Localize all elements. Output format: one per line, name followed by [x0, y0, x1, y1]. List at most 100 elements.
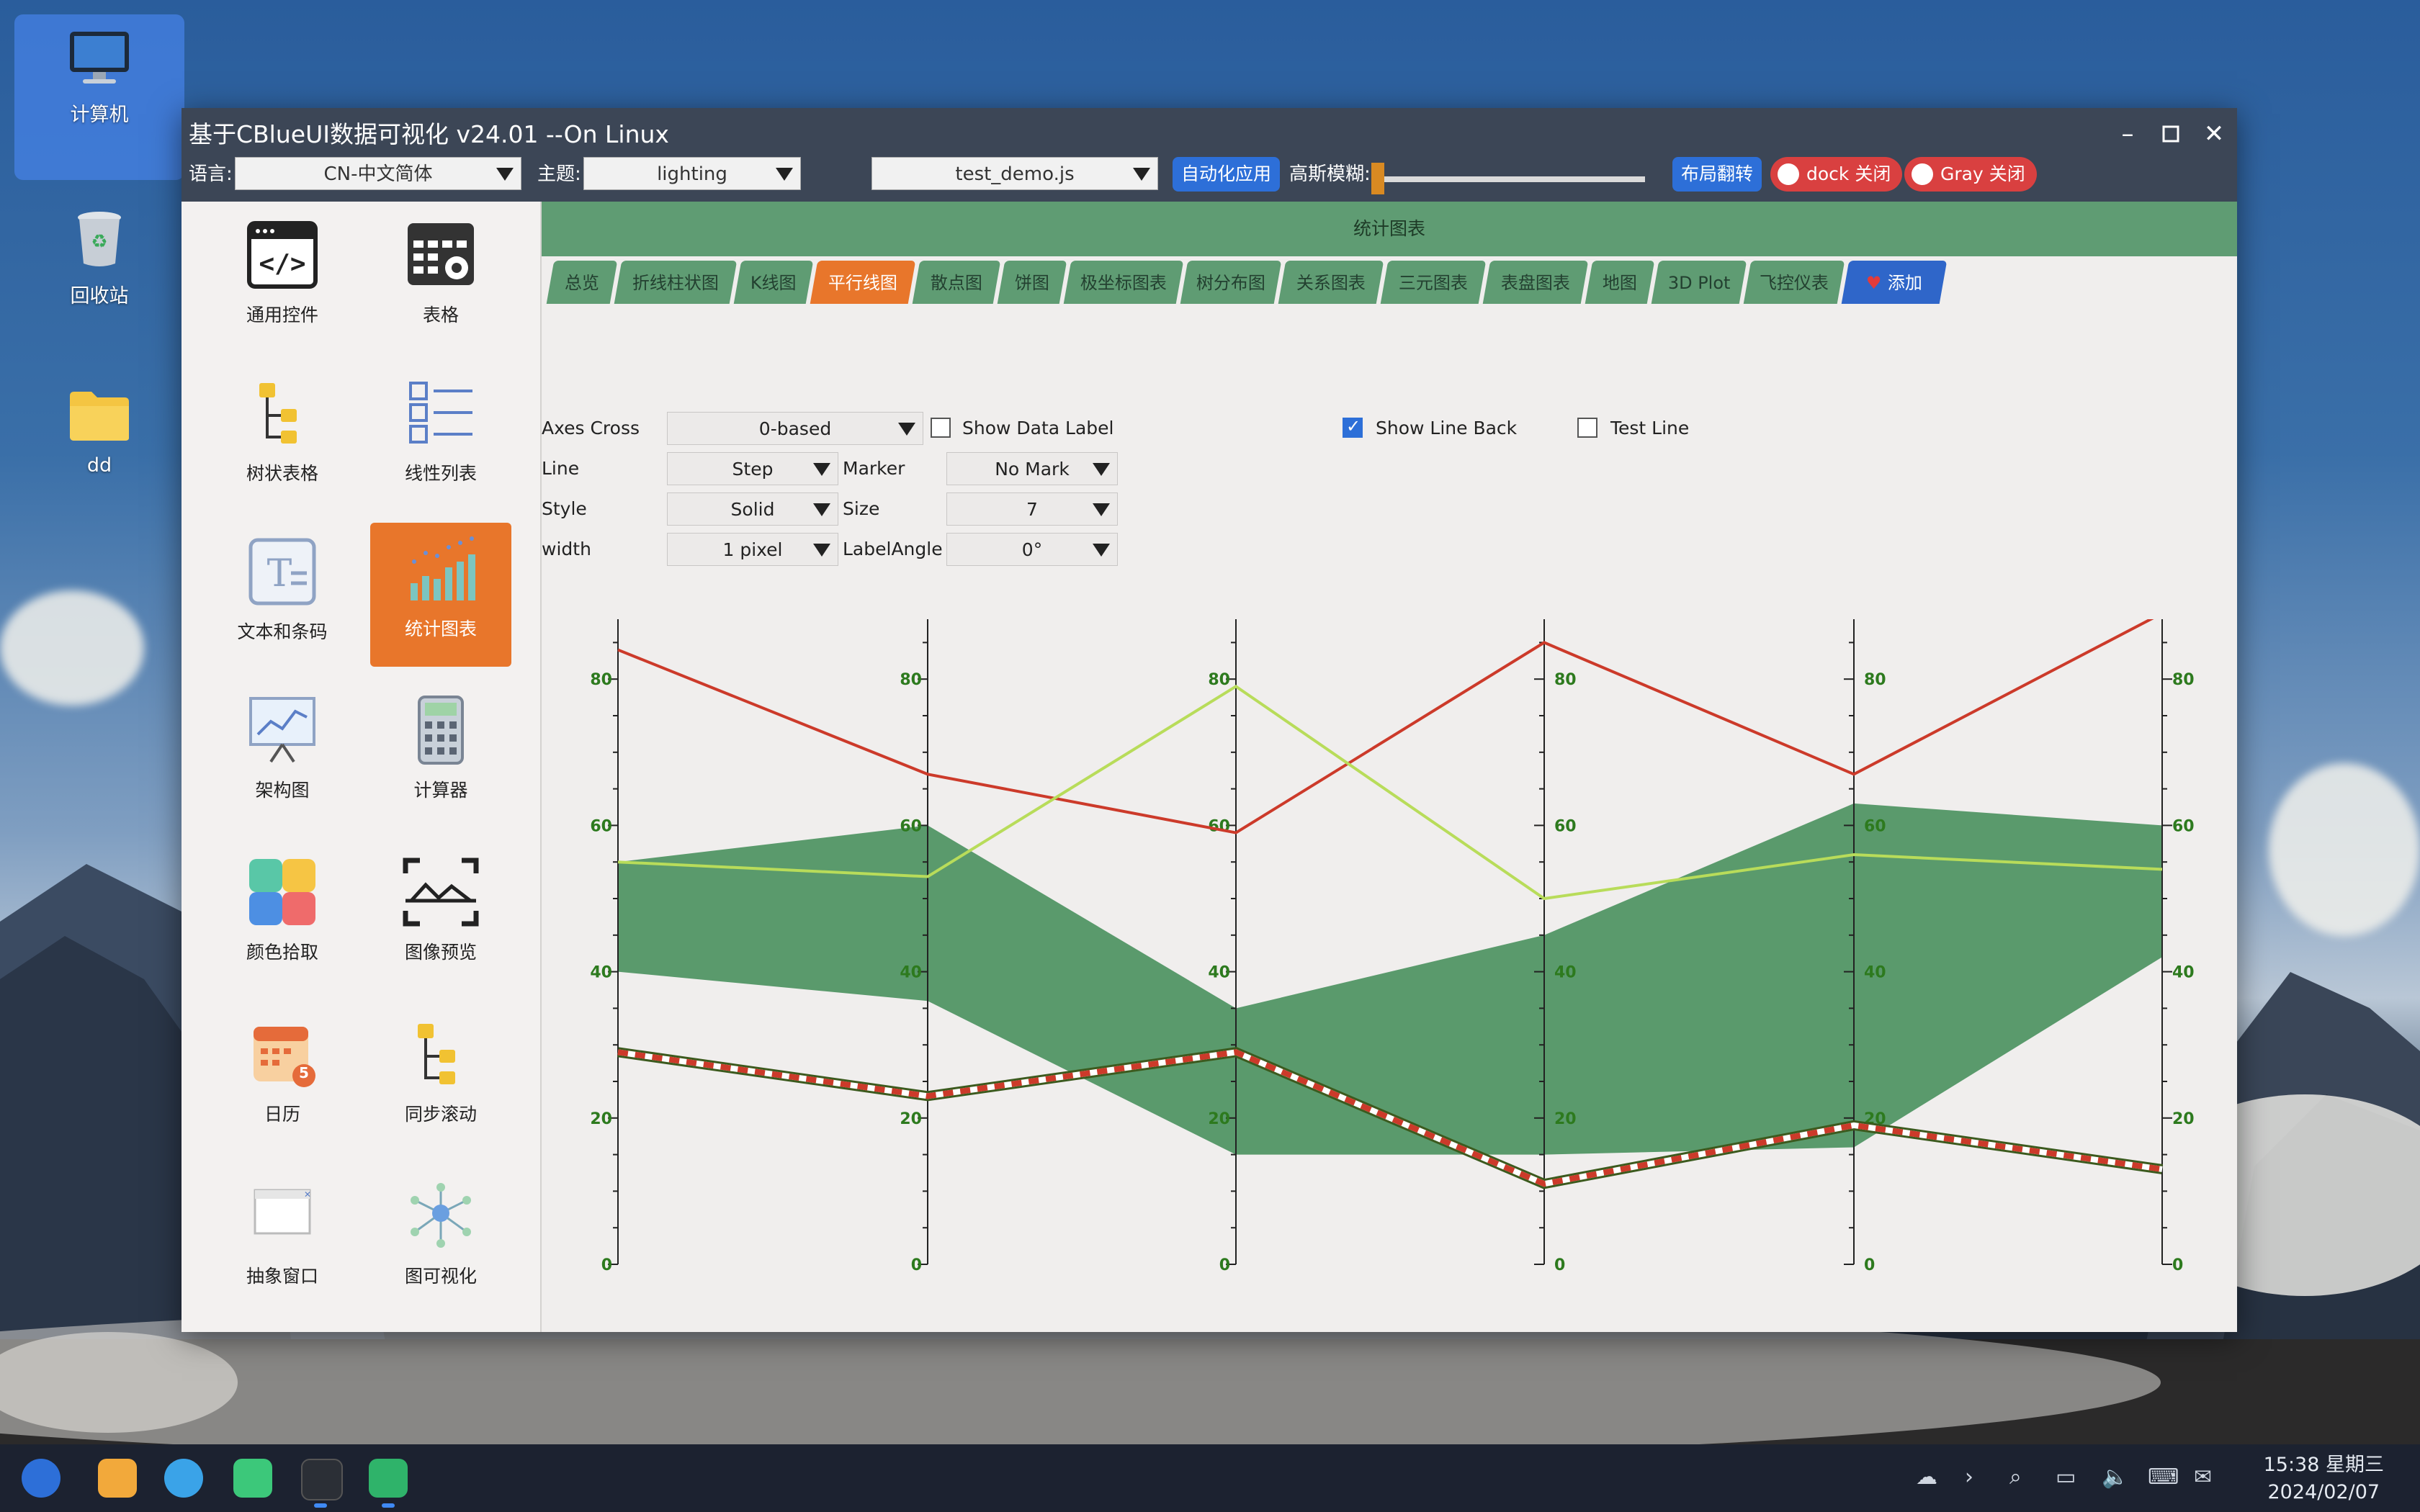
color-picker-icon [246, 856, 318, 932]
theme-select[interactable]: lighting [583, 157, 801, 190]
tab-label: 折线柱状图 [632, 273, 719, 293]
tab-candlestick[interactable]: K线图 [733, 261, 814, 304]
cloud-icon[interactable]: ☁ [1916, 1464, 1937, 1490]
theme-value: lighting [657, 163, 727, 185]
chart-content: 统计图表 总览 折线柱状图 K线图 平行线图 散点图 饼图 极坐标图表 树分布图… [542, 202, 2237, 1332]
axes-cross-select[interactable]: 0-based [667, 412, 923, 445]
tab-tree-distribution[interactable]: 树分布图 [1180, 261, 1282, 304]
axis-tick-label: 0 [2172, 1256, 2183, 1274]
auto-apply-button[interactable]: 自动化应用 [1173, 157, 1281, 192]
maximize-icon[interactable] [2155, 118, 2187, 150]
svg-text:✕: ✕ [304, 1189, 311, 1200]
marker-value: No Mark [995, 459, 1070, 480]
close-icon[interactable]: ✕ [2198, 118, 2230, 150]
add-tab-button[interactable]: ♥ 添加 [1841, 261, 1948, 304]
sidebar-item-text-barcode[interactable]: T 文本和条码 [212, 526, 353, 670]
desktop-icon-recycle-bin[interactable]: ♻ 回收站 [14, 194, 184, 324]
sidebar-item-graph-visual[interactable]: 图可视化 [370, 1170, 511, 1314]
chevron-down-icon [813, 463, 830, 476]
layout-flip-button[interactable]: 布局翻转 [1672, 157, 1762, 192]
sidebar-item-label: 架构图 [255, 780, 310, 801]
tab-3d-plot[interactable]: 3D Plot [1651, 261, 1747, 304]
volume-icon[interactable]: 🔈 [2102, 1464, 2128, 1490]
app-a-icon[interactable] [369, 1459, 408, 1498]
line-select[interactable]: Step [667, 452, 838, 485]
active-indicator [314, 1503, 327, 1508]
desktop-icon-folder[interactable]: dd [14, 374, 184, 504]
text-barcode-icon: T [246, 536, 318, 612]
sidebar-item-linear-list[interactable]: 线性列表 [370, 367, 511, 511]
code-window-icon: </> [246, 219, 318, 295]
tab-polar[interactable]: 极坐标图表 [1063, 261, 1184, 304]
marker-select[interactable]: No Mark [946, 452, 1118, 485]
axis-tick-label: 20 [2172, 1110, 2195, 1128]
size-select[interactable]: 7 [946, 492, 1118, 526]
script-select[interactable]: test_demo.js [871, 157, 1158, 190]
tab-relation[interactable]: 关系图表 [1278, 261, 1384, 304]
svg-text:</>: </> [259, 249, 305, 279]
sidebar-item-label: 线性列表 [404, 463, 477, 484]
desktop-icon-computer[interactable]: 计算机 [14, 14, 184, 180]
sidebar-item-tree-table[interactable]: 树状表格 [212, 367, 353, 511]
width-select[interactable]: 1 pixel [667, 533, 838, 566]
tab-overview[interactable]: 总览 [546, 261, 618, 304]
tab-label: 树分布图 [1196, 273, 1265, 293]
tab-line-bar[interactable]: 折线柱状图 [614, 261, 738, 304]
gray-toggle[interactable]: Gray 关闭 [1904, 157, 2037, 192]
notification-icon[interactable]: ✉ [2194, 1464, 2212, 1490]
chevron-down-icon [898, 423, 915, 436]
axis-tick-label: 20 [590, 1110, 612, 1128]
sidebar-item-calendar[interactable]: 5 日历 [212, 1008, 353, 1152]
recycle-bin-icon: ♻ [73, 210, 125, 273]
minimize-icon[interactable]: – [2112, 118, 2143, 150]
show-line-back-checkbox[interactable] [1343, 416, 1363, 438]
dock-toggle[interactable]: dock 关闭 [1770, 157, 1903, 192]
tab-ternary[interactable]: 三元图表 [1380, 261, 1487, 304]
size-value: 7 [1026, 499, 1038, 520]
sidebar-item-general-controls[interactable]: </> 通用控件 [212, 209, 353, 353]
label-angle-select[interactable]: 0° [946, 533, 1118, 566]
keyboard-icon[interactable]: ⌨ [2148, 1464, 2179, 1490]
sidebar-item-calculator[interactable]: 计算器 [370, 684, 511, 828]
terminal-icon[interactable] [301, 1459, 343, 1500]
sidebar-item-image-preview[interactable]: 图像预览 [370, 846, 511, 990]
tab-parallel[interactable]: 平行线图 [810, 261, 916, 304]
tab-label: 三元图表 [1398, 273, 1468, 293]
sidebar-item-table[interactable]: 表格 [370, 209, 511, 353]
toggle-knob [1912, 163, 1933, 185]
axis-tick-label: 40 [900, 964, 922, 982]
tab-scatter[interactable]: 散点图 [912, 261, 1001, 304]
blur-slider[interactable] [1376, 176, 1645, 182]
files-icon[interactable] [98, 1459, 137, 1498]
tab-pie[interactable]: 饼图 [997, 261, 1067, 304]
blur-slider-thumb[interactable] [1371, 163, 1384, 194]
search-icon[interactable]: ⌕ [2009, 1464, 2022, 1490]
sync-scroll-icon [405, 1018, 477, 1094]
sidebar-item-statistics-chart[interactable]: 统计图表 [370, 523, 511, 667]
tab-map[interactable]: 地图 [1585, 261, 1655, 304]
clock-date: 2024/02/07 [2267, 1481, 2380, 1503]
chevron-down-icon [776, 168, 793, 181]
sidebar-item-sync-scroll[interactable]: 同步滚动 [370, 1008, 511, 1152]
launcher-icon[interactable] [22, 1459, 60, 1498]
clock[interactable]: 15:38 星期三 2024/02/07 [2264, 1452, 2384, 1506]
sidebar-item-abstract-window[interactable]: ✕ 抽象窗口 [212, 1170, 353, 1314]
tab-gauge[interactable]: 表盘图表 [1482, 261, 1589, 304]
calendar-badge: 5 [299, 1064, 309, 1081]
sidebar-item-color-picker[interactable]: 颜色拾取 [212, 846, 353, 990]
axis-tick-label: 0 [1864, 1256, 1875, 1274]
network-icon[interactable]: ▭ [2056, 1464, 2076, 1490]
browser-icon[interactable] [164, 1459, 203, 1498]
clock-time: 15:38 星期三 [2263, 1454, 2384, 1476]
sidebar-item-architecture[interactable]: 架构图 [212, 684, 353, 828]
tab-label: 关系图表 [1296, 273, 1366, 293]
mail-icon[interactable] [233, 1459, 272, 1498]
show-data-label-checkbox[interactable] [931, 418, 951, 438]
style-select[interactable]: Solid [667, 492, 838, 526]
tab-flight-instrument[interactable]: 飞控仪表 [1743, 261, 1845, 304]
axes-cross-label: Axes Cross [542, 418, 640, 438]
svg-text:T: T [267, 552, 292, 595]
chevron-right-icon[interactable]: › [1965, 1464, 1973, 1490]
test-line-checkbox[interactable] [1577, 418, 1597, 438]
language-select[interactable]: CN-中文简体 [235, 157, 521, 190]
